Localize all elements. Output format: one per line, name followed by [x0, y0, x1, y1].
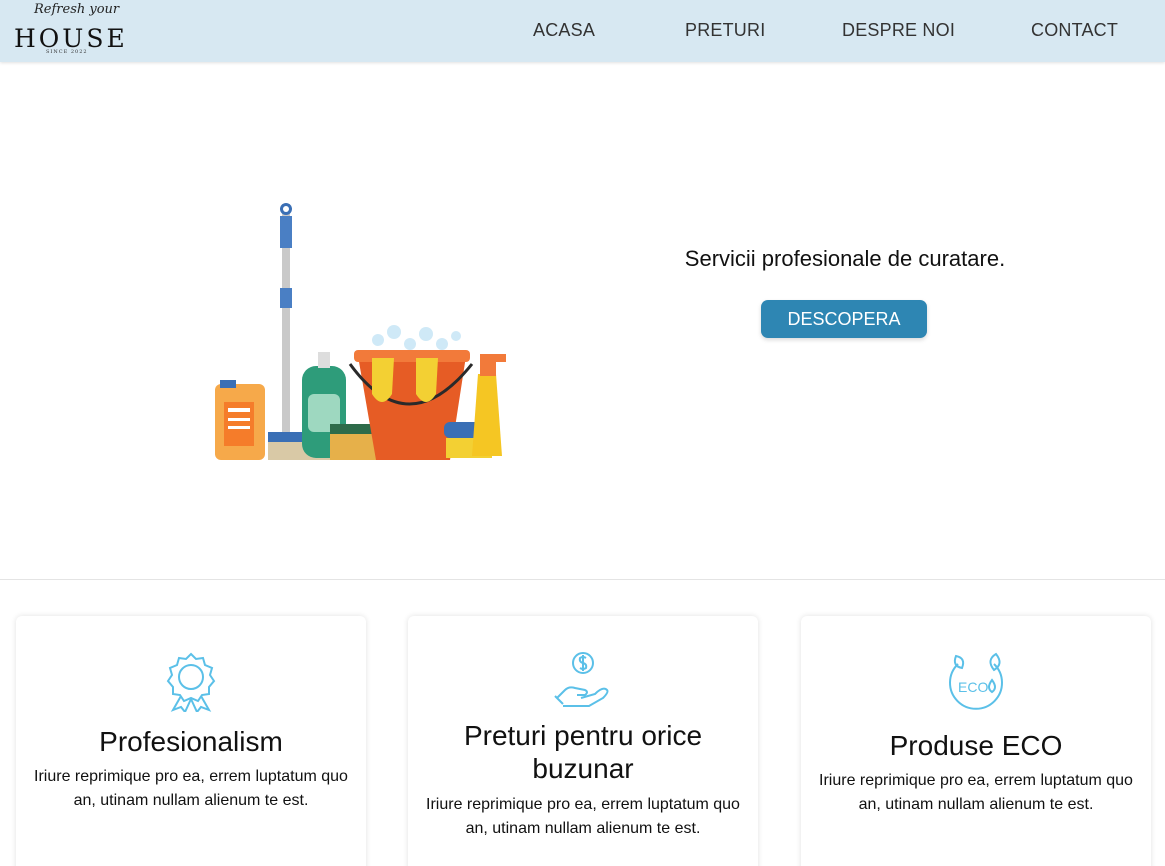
feature-text: Iriure reprimique pro ea, errem luptatum…: [819, 772, 1133, 813]
site-logo[interactable]: Refresh your HOUSE SINCE 2022: [12, 2, 128, 58]
feature-text: Iriure reprimique pro ea, errem luptatum…: [426, 796, 740, 837]
feature-title: Preturi pentru orice buzunar: [463, 720, 703, 784]
nav-link-despre-noi[interactable]: DESPRE NOI: [842, 20, 955, 41]
nav-link-preturi[interactable]: PRETURI: [685, 20, 765, 41]
site-header: Refresh your HOUSE SINCE 2022 ACASA PRET…: [0, 0, 1165, 62]
cleaning-supplies-illustration: [215, 203, 506, 460]
section-divider: [0, 579, 1165, 580]
nav-link-contact[interactable]: CONTACT: [1031, 20, 1118, 41]
feature-card-eco: ECO Produse ECO Iriure reprimique pro ea…: [801, 616, 1151, 866]
discover-button[interactable]: DESCOPERA: [761, 300, 927, 338]
feature-card-preturi: Preturi pentru orice buzunar Iriure repr…: [408, 616, 758, 866]
hand-coin-icon: [554, 652, 609, 707]
eco-leaves-icon: ECO: [949, 652, 1003, 710]
logo-script-text: Refresh your: [34, 2, 120, 17]
feature-card-profesionalism: Profesionalism Iriure reprimique pro ea,…: [16, 616, 366, 866]
nav-link-acasa[interactable]: ACASA: [533, 20, 595, 41]
eco-icon-text: ECO: [958, 679, 988, 695]
hero-tagline: Servicii profesionale de curatare.: [684, 246, 1006, 271]
feature-title: Profesionalism: [99, 726, 283, 757]
award-ribbon-icon: [166, 652, 216, 712]
logo-since-text: SINCE 2022: [46, 49, 88, 55]
feature-title: Produse ECO: [889, 730, 1063, 761]
feature-text: Iriure reprimique pro ea, errem luptatum…: [34, 768, 348, 809]
